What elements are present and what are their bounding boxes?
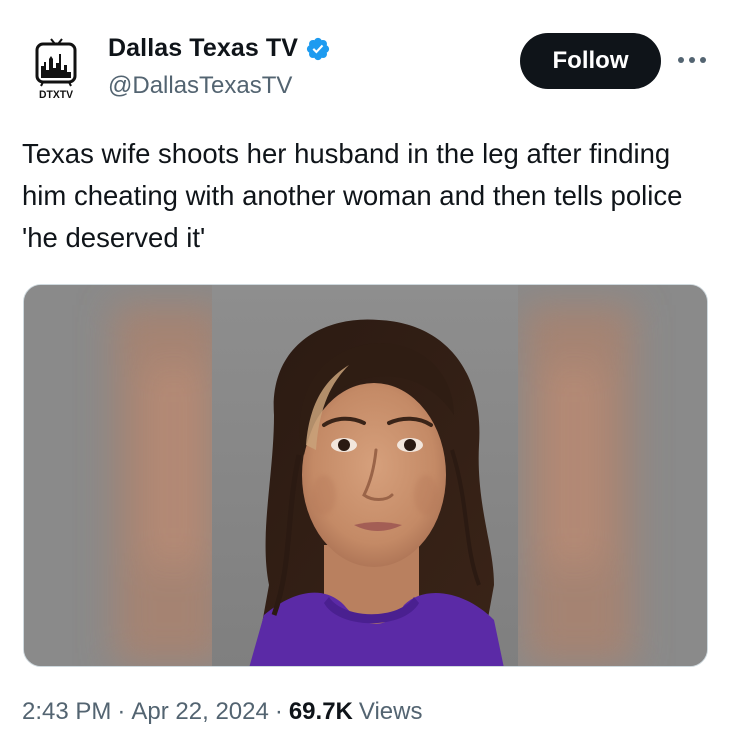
more-options-button[interactable]: [674, 48, 710, 72]
author-handle[interactable]: @DallasTexasTV: [108, 72, 292, 100]
follow-button[interactable]: Follow: [520, 33, 661, 89]
author-name-row: Dallas Texas TV: [108, 34, 331, 63]
tweet-time[interactable]: 2:43 PM: [22, 698, 111, 726]
dtxtv-logo-icon: DTXTV: [21, 33, 91, 103]
mugshot-photo: [24, 285, 707, 666]
tweet-date[interactable]: Apr 22, 2024: [131, 698, 268, 726]
avatar-logo-text: DTXTV: [39, 89, 74, 101]
author-display-name[interactable]: Dallas Texas TV: [108, 34, 298, 63]
meta-separator: ·: [117, 698, 126, 725]
verified-badge-icon: [305, 36, 331, 62]
tweet-text: Texas wife shoots her husband in the leg…: [22, 138, 683, 253]
views-count: 69.7K: [288, 698, 353, 725]
views-label: Views: [358, 698, 423, 725]
meta-separator: ·: [274, 698, 283, 725]
author-avatar[interactable]: DTXTV: [20, 32, 92, 104]
tweet-media-image[interactable]: [23, 284, 708, 667]
more-horizontal-icon: [678, 57, 706, 63]
tweet-meta-row: 2:43 PM · Apr 22, 2024 · 69.7K Views: [22, 698, 422, 726]
